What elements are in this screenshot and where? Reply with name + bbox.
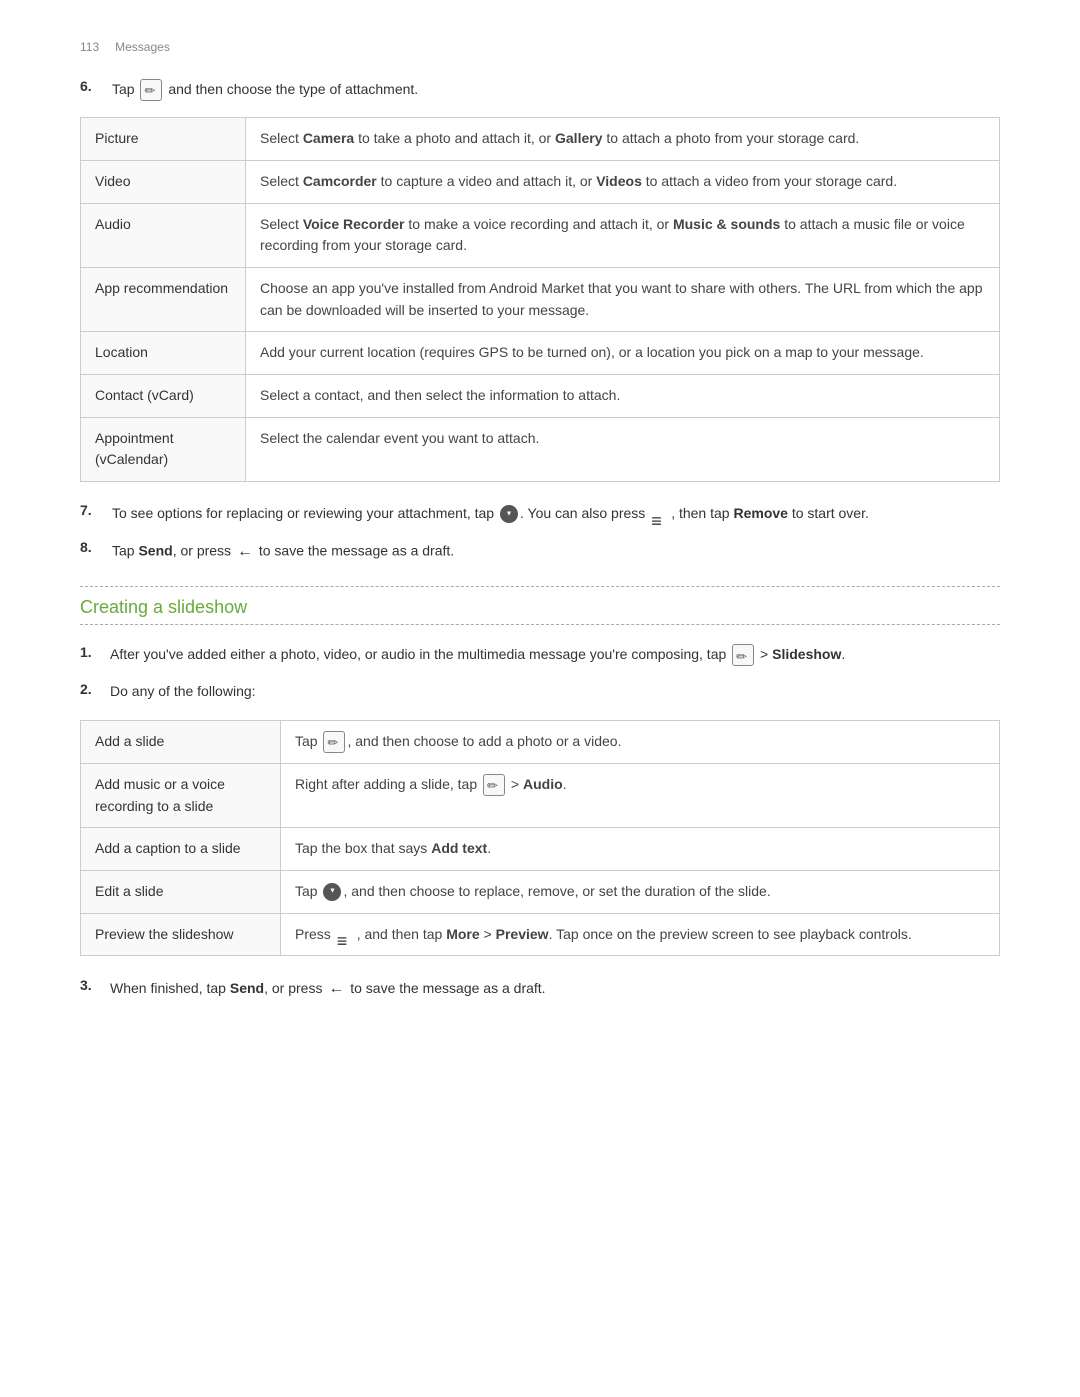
table-cell-label: Appointment (vCalendar) bbox=[81, 417, 246, 481]
table-cell-label: Video bbox=[81, 160, 246, 203]
table-cell-label: Preview the slideshow bbox=[81, 913, 281, 956]
section-heading: Creating a slideshow bbox=[80, 593, 1000, 618]
slideshow-step-1-content: After you've added either a photo, video… bbox=[110, 643, 1000, 666]
section-divider-bottom bbox=[80, 624, 1000, 625]
table-cell-description: Choose an app you've installed from Andr… bbox=[246, 268, 1000, 332]
table-cell-description: Tap , and then choose to replace, remove… bbox=[281, 870, 1000, 913]
table-row: Add a slide Tap , and then choose to add… bbox=[81, 720, 1000, 763]
step-8-number: 8. bbox=[80, 539, 104, 555]
slideshow-step-3-content: When finished, tap Send, or press ← to s… bbox=[110, 976, 1000, 1002]
slideshow-table: Add a slide Tap , and then choose to add… bbox=[80, 720, 1000, 957]
slideshow-step-2-number: 2. bbox=[80, 680, 100, 697]
table-row: Picture Select Camera to take a photo an… bbox=[81, 118, 1000, 161]
table-row: Contact (vCard) Select a contact, and th… bbox=[81, 375, 1000, 418]
table-cell-description: Select the calendar event you want to at… bbox=[246, 417, 1000, 481]
slideshow-step-1: 1. After you've added either a photo, vi… bbox=[80, 643, 1000, 666]
step-6-content: Tap and then choose the type of attachme… bbox=[112, 78, 1000, 101]
table-cell-description: Add your current location (requires GPS … bbox=[246, 332, 1000, 375]
back-icon: ← bbox=[328, 976, 344, 1002]
table-cell-description: Press , and then tap More > Preview. Tap… bbox=[281, 913, 1000, 956]
pencil-icon bbox=[140, 79, 162, 101]
table-cell-label: Audio bbox=[81, 203, 246, 267]
pencil-icon bbox=[483, 774, 505, 796]
table-cell-description: Tap , and then choose to add a photo or … bbox=[281, 720, 1000, 763]
table-cell-label: Add a slide bbox=[81, 720, 281, 763]
table-row: App recommendation Choose an app you've … bbox=[81, 268, 1000, 332]
table-row: Location Add your current location (requ… bbox=[81, 332, 1000, 375]
circle-down-icon bbox=[500, 505, 518, 523]
attachment-table: Picture Select Camera to take a photo an… bbox=[80, 117, 1000, 482]
page-title-header: Messages bbox=[115, 40, 170, 54]
slideshow-steps: 1. After you've added either a photo, vi… bbox=[80, 643, 1000, 703]
step-7: 7. To see options for replacing or revie… bbox=[80, 502, 1000, 524]
table-cell-label: Add music or a voice recording to a slid… bbox=[81, 763, 281, 827]
slideshow-step-3-number: 3. bbox=[80, 976, 100, 993]
table-cell-description: Right after adding a slide, tap > Audio. bbox=[281, 763, 1000, 827]
table-cell-label: Contact (vCard) bbox=[81, 375, 246, 418]
table-row: Audio Select Voice Recorder to make a vo… bbox=[81, 203, 1000, 267]
table-cell-label: Add a caption to a slide bbox=[81, 828, 281, 871]
step-7-number: 7. bbox=[80, 502, 104, 518]
step-6-number: 6. bbox=[80, 78, 104, 94]
page-header: 113 Messages bbox=[80, 40, 1000, 54]
table-row: Preview the slideshow Press , and then t… bbox=[81, 913, 1000, 956]
step-7-content: To see options for replacing or reviewin… bbox=[112, 502, 1000, 524]
table-row: Video Select Camcorder to capture a vide… bbox=[81, 160, 1000, 203]
step-8: 8. Tap Send, or press ← to save the mess… bbox=[80, 539, 1000, 565]
table-row: Add music or a voice recording to a slid… bbox=[81, 763, 1000, 827]
table-cell-description: Tap the box that says Add text. bbox=[281, 828, 1000, 871]
circle-down-icon bbox=[323, 883, 341, 901]
section-divider-top bbox=[80, 586, 1000, 587]
back-icon: ← bbox=[237, 539, 253, 565]
pencil-icon bbox=[323, 731, 345, 753]
table-row: Appointment (vCalendar) Select the calen… bbox=[81, 417, 1000, 481]
step-6: 6. Tap and then choose the type of attac… bbox=[80, 78, 1000, 101]
table-row: Add a caption to a slide Tap the box tha… bbox=[81, 828, 1000, 871]
table-cell-description: Select Camera to take a photo and attach… bbox=[246, 118, 1000, 161]
table-cell-description: Select Voice Recorder to make a voice re… bbox=[246, 203, 1000, 267]
table-cell-description: Select Camcorder to capture a video and … bbox=[246, 160, 1000, 203]
table-cell-label: Edit a slide bbox=[81, 870, 281, 913]
page-number: 113 bbox=[80, 40, 99, 54]
menu-icon bbox=[651, 507, 669, 521]
table-cell-label: Picture bbox=[81, 118, 246, 161]
slideshow-step-1-number: 1. bbox=[80, 643, 100, 660]
table-row: Edit a slide Tap , and then choose to re… bbox=[81, 870, 1000, 913]
slideshow-step-2-content: Do any of the following: bbox=[110, 680, 1000, 703]
slideshow-step-3: 3. When finished, tap Send, or press ← t… bbox=[80, 976, 1000, 1002]
slideshow-step-2: 2. Do any of the following: bbox=[80, 680, 1000, 703]
slideshow-step-3-list: 3. When finished, tap Send, or press ← t… bbox=[80, 976, 1000, 1002]
menu-icon bbox=[337, 928, 355, 942]
table-cell-label: Location bbox=[81, 332, 246, 375]
table-cell-label: App recommendation bbox=[81, 268, 246, 332]
step-8-content: Tap Send, or press ← to save the message… bbox=[112, 539, 1000, 565]
table-cell-description: Select a contact, and then select the in… bbox=[246, 375, 1000, 418]
pencil-icon bbox=[732, 644, 754, 666]
